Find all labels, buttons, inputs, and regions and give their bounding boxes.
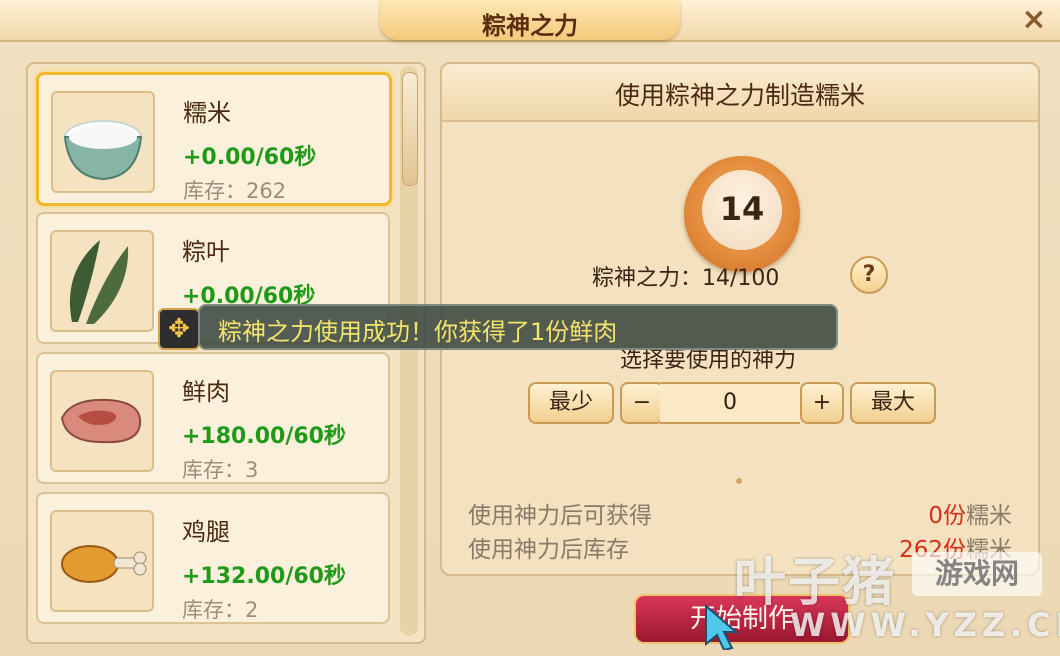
success-toast: 粽神之力使用成功！你获得了1份鲜肉 <box>198 304 838 350</box>
toast-message: 粽神之力使用成功！你获得了1份鲜肉 <box>218 318 618 346</box>
rice-bowl-icon <box>51 91 155 193</box>
window-title: 粽神之力 <box>482 12 578 40</box>
power-value: 14 <box>719 190 765 228</box>
scrollbar-thumb[interactable] <box>402 72 418 186</box>
gain-unit: 糯米 <box>966 503 1012 529</box>
min-button[interactable]: 最少 <box>528 382 614 424</box>
list-item-rice[interactable]: 糯米 +0.00/60秒 库存：262 <box>36 72 392 206</box>
title-bar: 粽神之力 × <box>0 0 1060 42</box>
item-list: 糯米 +0.00/60秒 库存：262 粽叶 +0.00/60秒 鲜肉 +180… <box>26 62 426 644</box>
item-rate: +132.00/60秒 <box>182 564 346 589</box>
watermark-box: 游戏网 <box>912 552 1042 596</box>
max-button[interactable]: 最大 <box>850 382 936 424</box>
quantity-input[interactable]: 0 <box>660 382 800 424</box>
list-item-meat[interactable]: 鲜肉 +180.00/60秒 库存：3 <box>36 352 390 484</box>
item-name: 糯米 <box>183 99 231 127</box>
bamboo-leaf-icon <box>50 230 154 332</box>
help-button[interactable]: ? <box>850 256 888 294</box>
craft-title: 使用粽神之力制造糯米 <box>614 81 865 110</box>
decrease-button[interactable]: − <box>620 382 664 424</box>
item-stock: 库存：2 <box>182 598 259 622</box>
item-name: 鲜肉 <box>182 378 230 406</box>
craft-header: 使用粽神之力制造糯米 <box>442 64 1038 122</box>
list-item-drumstick[interactable]: 鸡腿 +132.00/60秒 库存：2 <box>36 492 390 624</box>
cursor-icon <box>705 604 739 650</box>
item-stock: 库存：3 <box>182 458 259 482</box>
watermark-url: WWW.YZZ.CN <box>790 606 1060 644</box>
title-plate: 粽神之力 <box>380 0 680 40</box>
game-window: 粽神之力 × 糯米 +0.00/60秒 库存：262 粽叶 +0.00/60秒 … <box>0 0 1060 656</box>
item-stock: 库存：262 <box>183 179 287 203</box>
item-name: 鸡腿 <box>182 518 230 546</box>
item-rate: +0.00/60秒 <box>183 145 317 170</box>
item-rate: +180.00/60秒 <box>182 424 346 449</box>
stock-after-label: 使用神力后库存 <box>468 537 629 563</box>
watermark-logo-text: 叶子猪 <box>734 553 897 613</box>
drumstick-icon <box>50 510 154 612</box>
power-orb: 14 <box>684 156 800 272</box>
item-name: 粽叶 <box>182 238 230 266</box>
gain-amount: 0份 <box>928 503 966 529</box>
move-arrows-icon[interactable]: ✥ <box>158 308 200 350</box>
power-label: 粽神之力：14/100 <box>592 266 780 291</box>
meat-icon <box>50 370 154 472</box>
list-scrollbar[interactable] <box>400 66 418 636</box>
gain-value: 0份糯米 <box>928 496 1012 530</box>
close-button[interactable]: × <box>1020 5 1048 35</box>
increase-button[interactable]: + <box>800 382 844 424</box>
divider <box>736 478 742 484</box>
gain-label: 使用神力后可获得 <box>468 503 652 529</box>
